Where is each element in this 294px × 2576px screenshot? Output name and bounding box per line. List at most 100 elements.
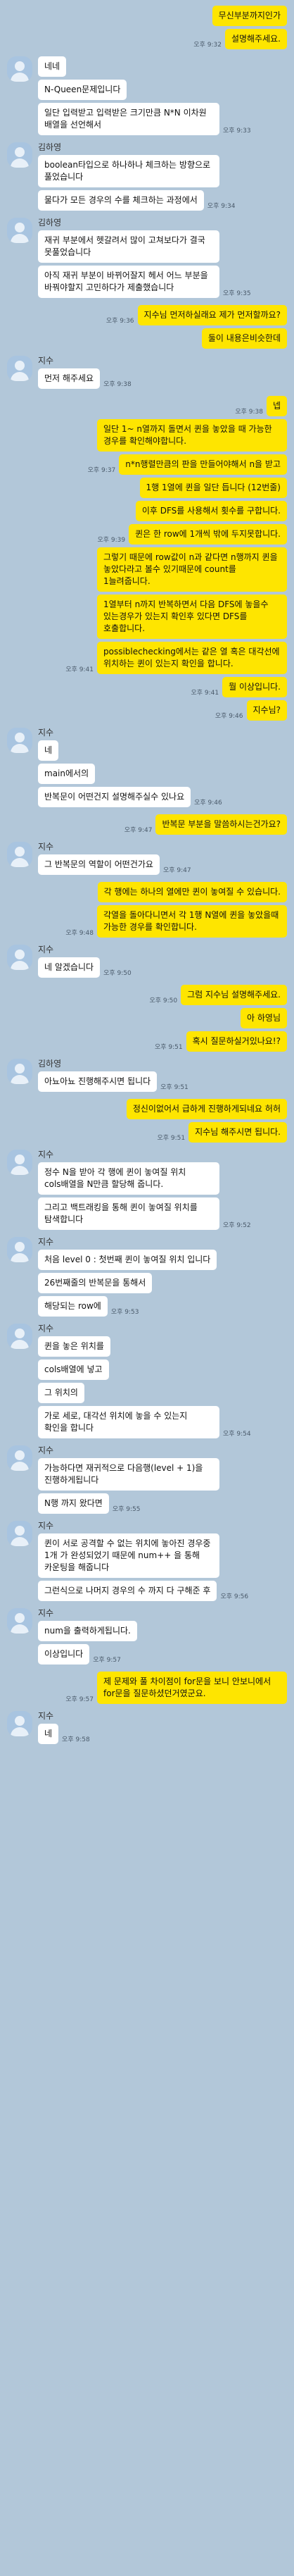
message-bubble[interactable]: 지수님? (246, 700, 287, 721)
message-bubble[interactable]: 네 (38, 1724, 59, 1744)
incoming-message-group: 지수 가능하다면 재귀적으로 다음행(level + 1)을 진행하게됩니다 N행 … (0, 1445, 294, 1517)
message-bubble[interactable]: 물다가 모든 경우의 수를 체크하는 과정에서 (38, 190, 204, 211)
avatar[interactable] (7, 1237, 32, 1262)
message-timestamp: 오후 9:55 (112, 1506, 141, 1513)
message-row: 이상입니다 오후 9:57 (38, 1644, 124, 1665)
avatar[interactable] (7, 142, 32, 168)
message-row: 1열부터 n까지 반복하면서 다음 DFS에 놓을수 있는경우가 있는지 확인후… (97, 595, 287, 639)
message-bubble[interactable]: 아직 재귀 부분이 바뀌어잘지 헤서 어느 부분을 바꿔야할지 고민하다가 제출… (38, 266, 219, 298)
message-bubble[interactable]: 퀸이 서로 공격할 수 없는 위치에 놓아진 경우중 1개 가 완성되었기 때문… (38, 1533, 219, 1578)
message-bubble[interactable]: N-Queen문제입니다 (38, 80, 127, 100)
incoming-message-group: 네네 N-Queen문제입니다일단 입력받고 입력받은 크기만큼 N*N 이차원 … (0, 56, 294, 138)
message-content: 지수 정수 N을 받아 각 행에 퀸이 놓여질 위치 cols배열을 N만큼 할당… (38, 1150, 255, 1233)
avatar-head-shape (15, 1064, 25, 1074)
message-bubble[interactable]: N행 까지 왔다면 (38, 1493, 109, 1514)
message-bubble[interactable]: 반복문이 어떤건지 설명해주실수 있나요 (38, 787, 191, 807)
avatar[interactable] (7, 1150, 32, 1175)
incoming-message-group: 지수 그 반복문의 역할이 어떤건가요 오후 9:47 (0, 842, 294, 878)
message-row: 그리고 백트래킹을 통해 퀸이 놓여질 위치를 탐색합니다 오후 9:52 (38, 1197, 255, 1230)
message-timestamp: 오후 9:36 (106, 318, 134, 325)
message-row: 네 (38, 740, 59, 761)
sender-name: 지수 (38, 842, 54, 852)
message-bubble[interactable]: 둘이 내용은비슷한데 (201, 328, 287, 349)
message-bubble[interactable]: 처음 level 0 : 첫번째 퀸이 놓여질 위치 입니다 (38, 1250, 217, 1270)
avatar[interactable] (7, 356, 32, 381)
message-bubble[interactable]: 일단 1~ n열까지 돌면서 퀸을 놓았을 때 가능한 경우를 확인해야합니다. (97, 419, 287, 452)
message-bubble[interactable]: 퀸은 한 row에 1개씩 밖에 두지못합니다. (129, 524, 287, 545)
message-bubble[interactable]: 퀸을 놓은 위치를 (38, 1336, 110, 1357)
message-bubble[interactable]: 가능하다면 재귀적으로 다음행(level + 1)을 진행하게됩니다 (38, 1458, 219, 1491)
message-bubble[interactable]: 그렇기 때문에 row값이 n과 같다면 n행까지 퀸을 놓았다라고 볼수 있기… (97, 547, 287, 592)
message-bubble[interactable]: 반복문 부분을 말씀하시는건가요? (155, 814, 287, 835)
message-row: 퀸을 놓은 위치를 (38, 1336, 110, 1357)
avatar[interactable] (7, 842, 32, 867)
avatar[interactable] (7, 945, 32, 970)
message-bubble[interactable]: 해당되는 row에 (38, 1296, 108, 1317)
message-bubble[interactable]: 지수님 해주시면 됩니다. (188, 1122, 287, 1143)
message-bubble[interactable]: 각열을 돌아다니면서 각 1행 N열에 퀸을 놓았을때 가능한 경우를 확인합니… (97, 905, 287, 938)
outgoing-message-group: 오후 9:50 그럼 지수님 설명해주세요. 아 하영님 오후 9:51 혹시 질문하실… (0, 985, 294, 1054)
message-bubble[interactable]: 재귀 부분에서 헷갈려서 많이 고쳐보다가 결국 못풀었습니다 (38, 230, 219, 263)
message-bubble[interactable]: 네네 (38, 56, 67, 77)
avatar[interactable] (7, 218, 32, 243)
message-row: 각 행에는 하나의 열에만 퀸이 놓여질 수 있습니다. (97, 882, 287, 902)
message-bubble[interactable]: boolean타입으로 하나하나 체크하는 방향으로 풀었습니다 (38, 155, 219, 187)
message-bubble[interactable]: 지수님 먼저하실래요 제가 먼저할까요? (137, 305, 287, 325)
message-bubble[interactable]: 이상입니다 (38, 1644, 90, 1665)
message-bubble[interactable]: 무신부분까지인가 (212, 6, 287, 26)
avatar-body-shape (11, 1727, 29, 1736)
avatar[interactable] (7, 1711, 32, 1736)
message-bubble[interactable]: num을 출력하게됩니다. (38, 1621, 137, 1641)
avatar[interactable] (7, 1445, 32, 1471)
avatar[interactable] (7, 728, 32, 753)
incoming-message-group: 지수퀸이 서로 공격할 수 없는 위치에 놓아진 경우중 1개 가 완성되었기 … (0, 1521, 294, 1604)
message-bubble[interactable]: 뭘 이상입니다. (222, 677, 287, 697)
message-bubble[interactable]: 그런식으로 나머지 경우의 수 까지 다 구해준 후 (38, 1581, 217, 1601)
message-bubble[interactable]: n*n행렬만큼의 판을 만들어야해서 n을 받고 (119, 454, 287, 475)
message-bubble[interactable]: 일단 입력받고 입력받은 크기만큼 N*N 이차원 배열을 선언해서 (38, 103, 219, 135)
avatar[interactable] (7, 1059, 32, 1084)
message-bubble[interactable]: 26번째줄의 반복문을 통해서 (38, 1273, 153, 1293)
message-bubble[interactable]: 아뇨아뇨 진행해주시면 됩니다 (38, 1071, 158, 1092)
outgoing-message-group: 각 행에는 하나의 열에만 퀸이 놓여질 수 있습니다. 오후 9:48 각열을 돌… (0, 882, 294, 940)
avatar[interactable] (7, 1521, 32, 1546)
avatar-head-shape (15, 733, 25, 742)
message-bubble[interactable]: 1행 1열에 퀸을 일단 듭니다 (12번줄) (139, 478, 287, 498)
message-bubble[interactable]: 넵 (266, 396, 287, 416)
incoming-message-group: 지수 정수 N을 받아 각 행에 퀸이 놓여질 위치 cols배열을 N만큼 할당… (0, 1150, 294, 1233)
message-row: 오후 9:50 그럼 지수님 설명해주세요. (146, 985, 287, 1005)
message-bubble[interactable]: 이후 DFS를 사용해서 횟수를 구합니다. (135, 501, 287, 521)
message-row: 아직 재귀 부분이 바뀌어잘지 헤서 어느 부분을 바꿔야할지 고민하다가 제출… (38, 266, 255, 298)
message-bubble[interactable]: 먼저 해주세요 (38, 368, 101, 389)
message-timestamp: 오후 9:46 (194, 799, 222, 807)
message-bubble[interactable]: 아 하영님 (241, 1008, 287, 1028)
avatar[interactable] (7, 1608, 32, 1634)
message-bubble[interactable]: 네 알겠습니다 (38, 957, 101, 978)
sender-name: 지수 (38, 1608, 54, 1618)
message-bubble[interactable]: 정수 N을 받아 각 행에 퀸이 놓여질 위치 cols배열을 N만큼 할당해 … (38, 1162, 219, 1195)
message-row: 그렇기 때문에 row값이 n과 같다면 n행까지 퀸을 놓았다라고 볼수 있기… (97, 547, 287, 592)
message-bubble[interactable]: 1열부터 n까지 반복하면서 다음 DFS에 놓을수 있는경우가 있는지 확인후… (97, 595, 287, 639)
message-bubble[interactable]: possiblechecking에서는 같은 열 혹은 대각선에 위치하는 퀸이… (97, 642, 287, 674)
message-row: 처음 level 0 : 첫번째 퀸이 놓여질 위치 입니다 (38, 1250, 217, 1270)
sender-name: 지수 (38, 1521, 54, 1531)
message-content: 지수 네 알겠습니다 오후 9:50 (38, 945, 135, 981)
message-bubble[interactable]: 설명해주세요. (224, 29, 287, 49)
message-bubble[interactable]: 그 반복문의 역할이 어떤건가요 (38, 854, 160, 875)
message-bubble[interactable]: 그 위치의 (38, 1383, 84, 1403)
message-bubble[interactable]: main에서의 (38, 764, 96, 784)
message-bubble[interactable]: 네 (38, 740, 59, 761)
avatar[interactable] (7, 1324, 32, 1349)
message-bubble[interactable]: 혹시 질문하실거있나요!? (186, 1031, 287, 1052)
message-bubble[interactable]: 가로 세로, 대각선 위치에 놓을 수 있는지 확인을 합니다 (38, 1406, 219, 1438)
message-bubble[interactable]: 그럼 지수님 설명해주세요. (181, 985, 287, 1005)
avatar[interactable] (7, 56, 32, 82)
message-timestamp: 오후 9:47 (124, 827, 153, 834)
avatar-head-shape (15, 61, 25, 71)
message-bubble[interactable]: 제 문제와 풀 차이점이 for문을 보니 안보니에서 for문을 질문하셨던거… (97, 1672, 287, 1704)
message-bubble[interactable]: 정신이없어서 급하게 진행하게되네요 허허 (126, 1099, 287, 1119)
message-content: 김하영 아뇨아뇨 진행해주시면 됩니다 오후 9:51 (38, 1059, 192, 1095)
message-bubble[interactable]: 그리고 백트래킹을 통해 퀸이 놓여질 위치를 탐색합니다 (38, 1197, 219, 1230)
message-bubble[interactable]: 각 행에는 하나의 열에만 퀸이 놓여질 수 있습니다. (97, 882, 287, 902)
message-bubble[interactable]: cols배열에 넣고 (38, 1359, 109, 1380)
